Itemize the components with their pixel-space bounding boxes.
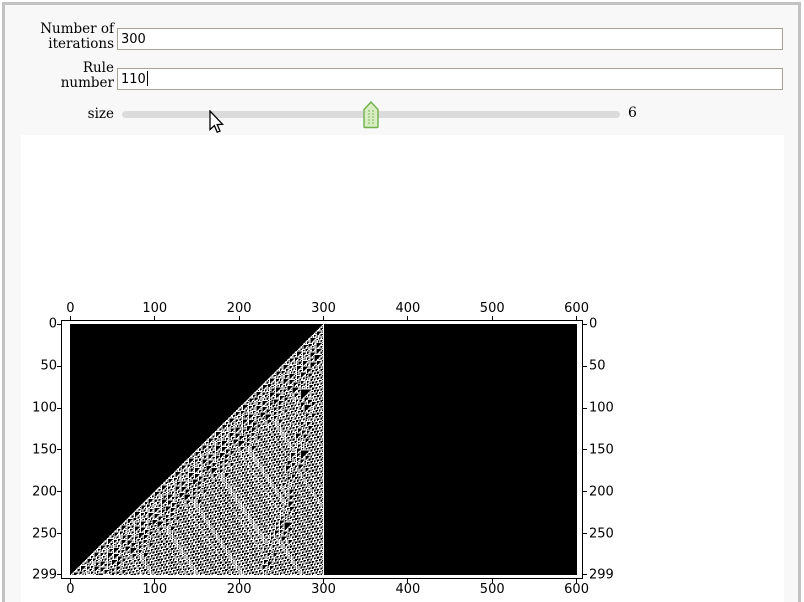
- y-tick-label-right: 250: [589, 526, 614, 541]
- x-tick-mark: [492, 316, 493, 320]
- y-tick-mark: [583, 491, 587, 492]
- y-tick-mark: [57, 408, 61, 409]
- y-tick-mark: [57, 533, 61, 534]
- y-tick-label-left: 100: [32, 401, 57, 416]
- rule110-plot: 0010010020020030030040040050050060060000…: [61, 320, 583, 579]
- size-slider-value: 6: [628, 105, 637, 121]
- x-tick-mark: [407, 316, 408, 320]
- x-tick-mark: [239, 316, 240, 320]
- x-tick-label-bottom: 200: [227, 582, 252, 597]
- x-tick-label-bottom: 500: [480, 582, 505, 597]
- x-tick-mark: [576, 316, 577, 320]
- x-tick-label-top: 100: [142, 301, 167, 316]
- x-tick-label-bottom: 400: [395, 582, 420, 597]
- y-tick-label-left: 200: [32, 484, 57, 499]
- y-tick-label-right: 0: [589, 317, 597, 332]
- x-tick-label-top: 0: [66, 301, 74, 316]
- y-tick-mark: [583, 574, 587, 575]
- y-tick-label-left: 150: [32, 442, 57, 457]
- x-tick-label-top: 500: [480, 301, 505, 316]
- x-tick-mark: [323, 316, 324, 320]
- y-tick-mark: [583, 408, 587, 409]
- x-tick-label-bottom: 0: [66, 582, 74, 597]
- x-tick-label-top: 600: [564, 301, 589, 316]
- y-tick-mark: [57, 449, 61, 450]
- cellular-automaton-image: [70, 324, 577, 575]
- arrow-cursor-icon: [208, 110, 224, 134]
- x-tick-label-top: 200: [227, 301, 252, 316]
- y-tick-mark: [57, 324, 61, 325]
- y-tick-mark: [583, 449, 587, 450]
- x-tick-label-bottom: 600: [564, 582, 589, 597]
- y-tick-label-left: 250: [32, 526, 57, 541]
- x-tick-mark: [70, 316, 71, 320]
- y-tick-mark: [57, 574, 61, 575]
- slider-thumb-icon[interactable]: [363, 101, 379, 129]
- y-tick-label-left: 50: [40, 359, 57, 374]
- iterations-input[interactable]: [117, 28, 783, 50]
- y-tick-label-right: 100: [589, 401, 614, 416]
- y-tick-mark: [583, 533, 587, 534]
- x-tick-label-bottom: 300: [311, 582, 336, 597]
- iterations-label: Number of iterations: [30, 22, 114, 52]
- y-tick-label-right: 299: [589, 567, 614, 582]
- y-tick-label-right: 200: [589, 484, 614, 499]
- rule-number-label: Rule number: [30, 61, 114, 91]
- x-tick-mark: [154, 316, 155, 320]
- text-caret: [147, 71, 148, 86]
- y-tick-mark: [583, 324, 587, 325]
- x-tick-label-top: 400: [395, 301, 420, 316]
- y-tick-mark: [57, 491, 61, 492]
- y-tick-label-left: 299: [32, 567, 57, 582]
- rule-number-input[interactable]: [117, 68, 783, 90]
- y-tick-mark: [583, 366, 587, 367]
- x-tick-label-top: 300: [311, 301, 336, 316]
- y-tick-label-left: 0: [49, 317, 57, 332]
- x-tick-label-bottom: 100: [142, 582, 167, 597]
- y-tick-label-right: 50: [589, 359, 606, 374]
- y-tick-label-right: 150: [589, 442, 614, 457]
- y-tick-mark: [57, 366, 61, 367]
- size-label: size: [30, 107, 114, 122]
